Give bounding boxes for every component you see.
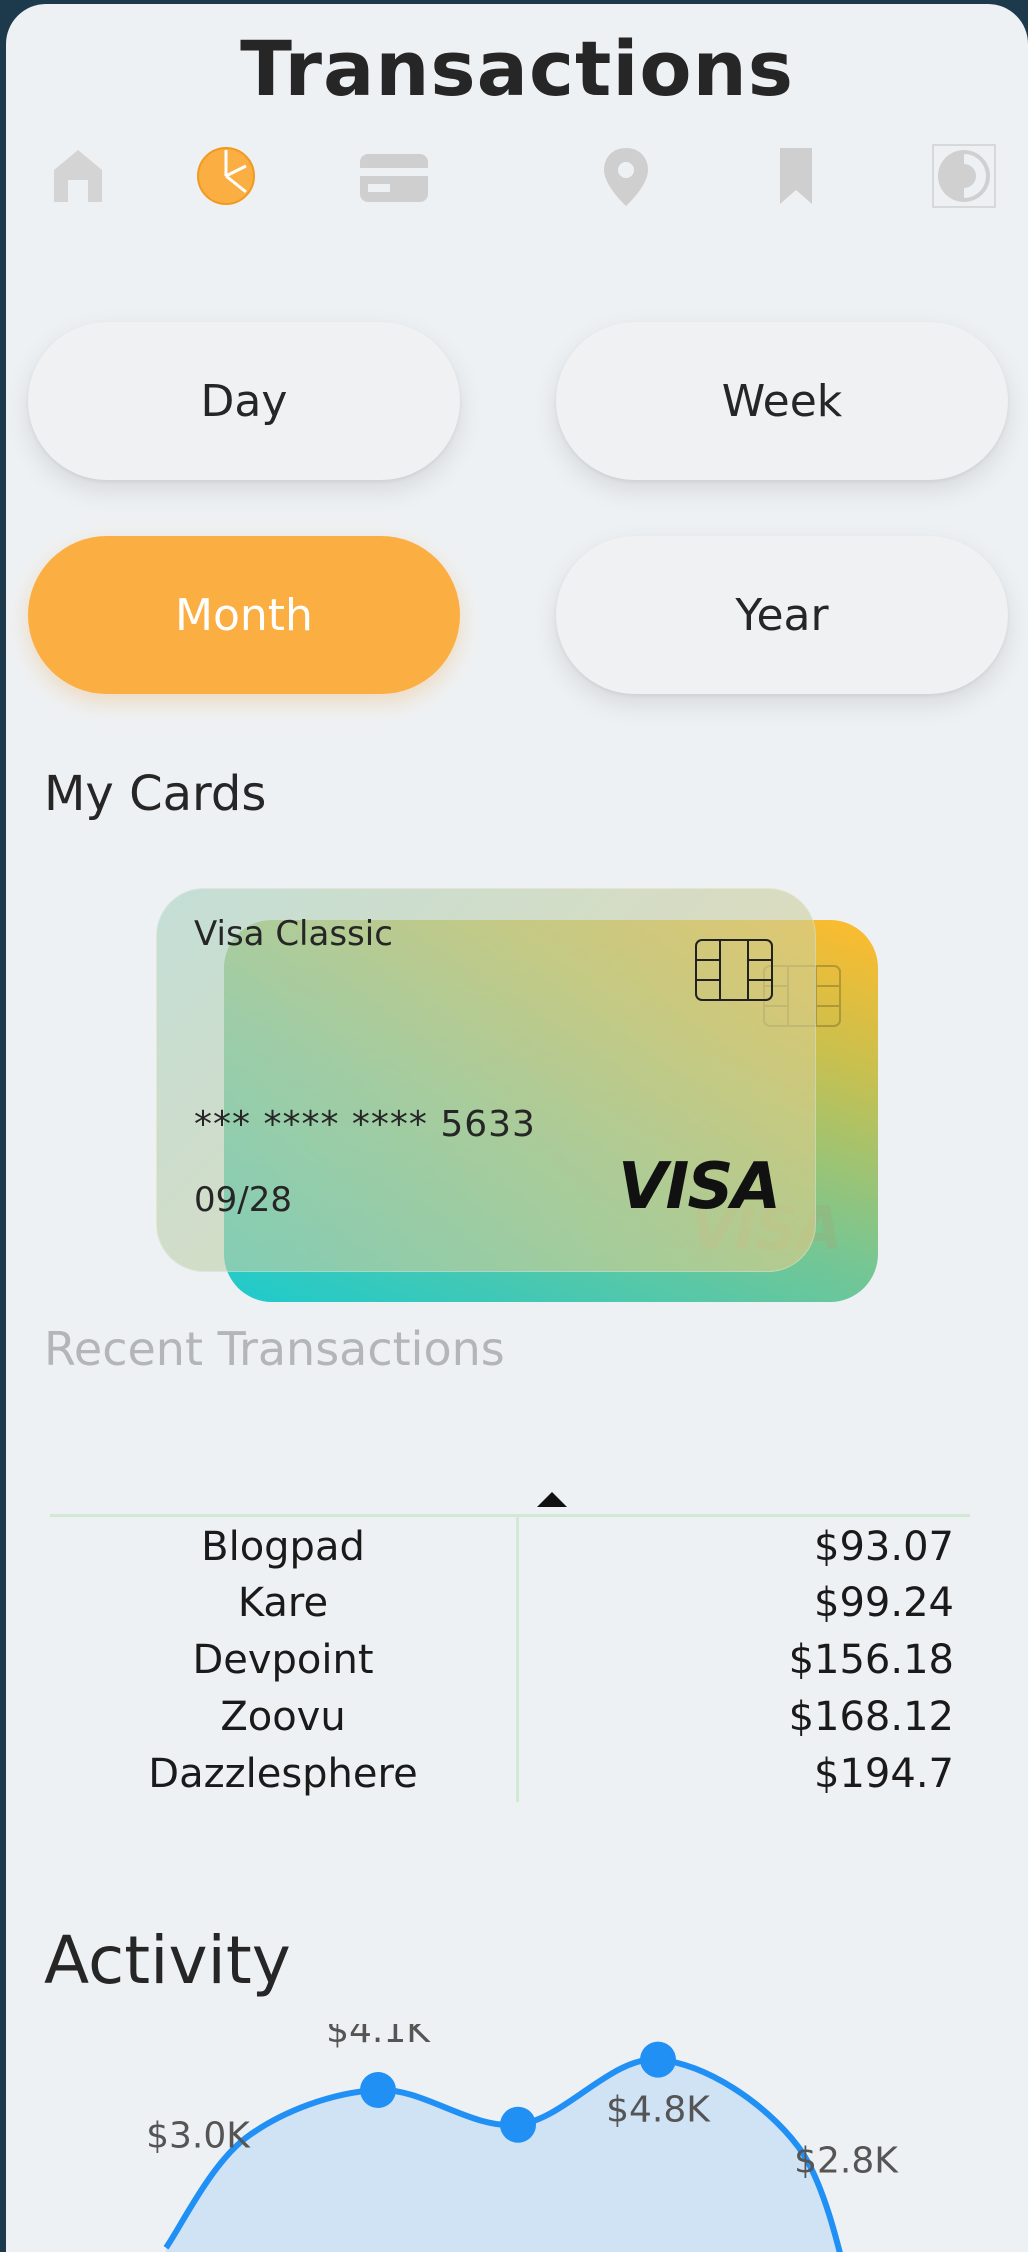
card-number: *** **** **** 5633 (194, 1104, 536, 1145)
activity-point (500, 2106, 536, 2143)
pie-chart-icon[interactable] (194, 144, 258, 208)
table-divider (50, 1514, 970, 1517)
activity-data-label: $2.8K (794, 2140, 899, 2181)
month-button[interactable]: Month (28, 536, 460, 694)
card-chip-icon (695, 939, 773, 1001)
card-expiry: 09/28 (194, 1180, 292, 1220)
activity-heading: Activity (44, 1922, 291, 1999)
page-title: Transactions (240, 24, 794, 113)
tx-name: Kare (237, 1580, 329, 1626)
activity-area (166, 2059, 840, 2252)
theme-toggle-icon[interactable] (932, 144, 996, 208)
tx-name: Dazzlesphere (148, 1751, 418, 1797)
table-row[interactable]: Dazzlesphere $194.7 (50, 1751, 970, 1807)
tx-amount: $194.7 (814, 1751, 954, 1797)
year-button[interactable]: Year (556, 536, 1008, 694)
activity-point (640, 2041, 676, 2078)
table-row[interactable]: Blogpad $93.07 (50, 1524, 970, 1580)
tx-amount: $99.24 (814, 1580, 954, 1626)
my-cards-heading: My Cards (44, 766, 267, 822)
tx-amount: $168.12 (788, 1694, 954, 1740)
table-row[interactable]: Kare $99.24 (50, 1580, 970, 1636)
recent-transactions-heading: Recent Transactions (44, 1322, 505, 1376)
tx-name: Zoovu (220, 1694, 346, 1740)
card-name: Visa Classic (194, 914, 393, 954)
activity-point (360, 2071, 396, 2108)
visa-logo: VISA (618, 1150, 781, 1224)
tx-name: Devpoint (192, 1637, 374, 1683)
tx-amount: $156.18 (788, 1637, 954, 1683)
week-button[interactable]: Week (556, 322, 1008, 480)
bookmark-icon[interactable] (764, 144, 828, 208)
table-row[interactable]: Zoovu $168.12 (50, 1694, 970, 1750)
activity-data-label: $4.1K (326, 2024, 431, 2051)
tx-amount: $93.07 (814, 1524, 954, 1570)
activity-data-label: $3.0K (146, 2116, 251, 2157)
app-screen: Transactions Day Week Month Year My Card… (6, 4, 1028, 2252)
home-icon[interactable] (46, 144, 110, 208)
day-button[interactable]: Day (28, 322, 460, 480)
activity-data-label: $4.8K (606, 2090, 711, 2131)
sort-arrow-icon[interactable] (537, 1492, 567, 1507)
location-pin-icon[interactable] (594, 144, 658, 208)
tx-name: Blogpad (201, 1524, 365, 1570)
activity-chart: $3.0K $4.1K $4.8K $2.8K (146, 2024, 899, 2252)
credit-card-icon[interactable] (358, 144, 430, 208)
table-row[interactable]: Devpoint $156.18 (50, 1637, 970, 1693)
